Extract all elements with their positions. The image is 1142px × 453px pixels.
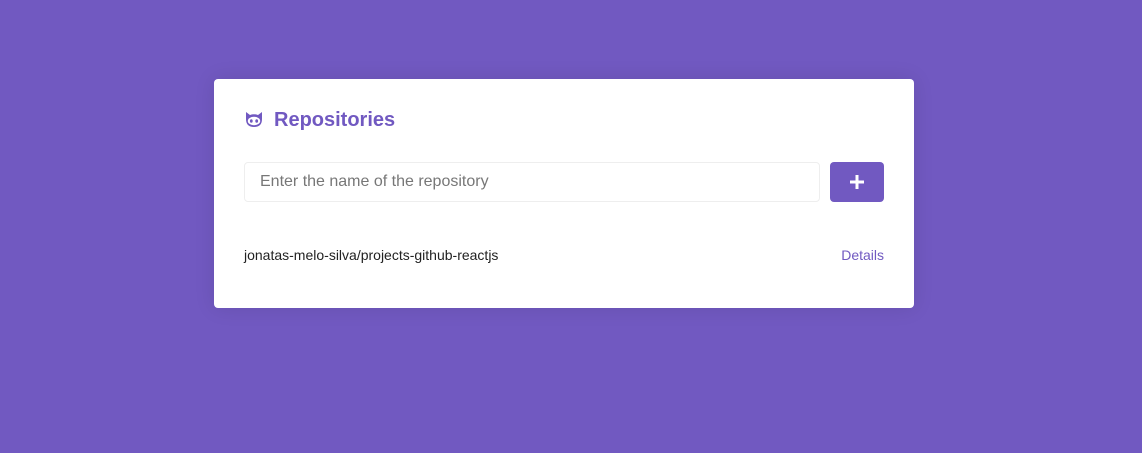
github-icon [244, 110, 264, 130]
page-title-text: Repositories [274, 108, 396, 131]
add-repository-form [244, 162, 884, 202]
add-repository-button[interactable] [830, 162, 884, 202]
repository-list: jonatas-melo-silva/projects-github-react… [244, 237, 884, 273]
details-link[interactable]: Details [841, 247, 884, 263]
repository-name: jonatas-melo-silva/projects-github-react… [244, 247, 499, 263]
repositories-card: Repositories jonatas-melo-silva/projects… [214, 79, 914, 308]
plus-icon [850, 175, 864, 189]
list-item: jonatas-melo-silva/projects-github-react… [244, 237, 884, 273]
repository-input[interactable] [244, 162, 820, 202]
page-title: Repositories [244, 109, 884, 131]
